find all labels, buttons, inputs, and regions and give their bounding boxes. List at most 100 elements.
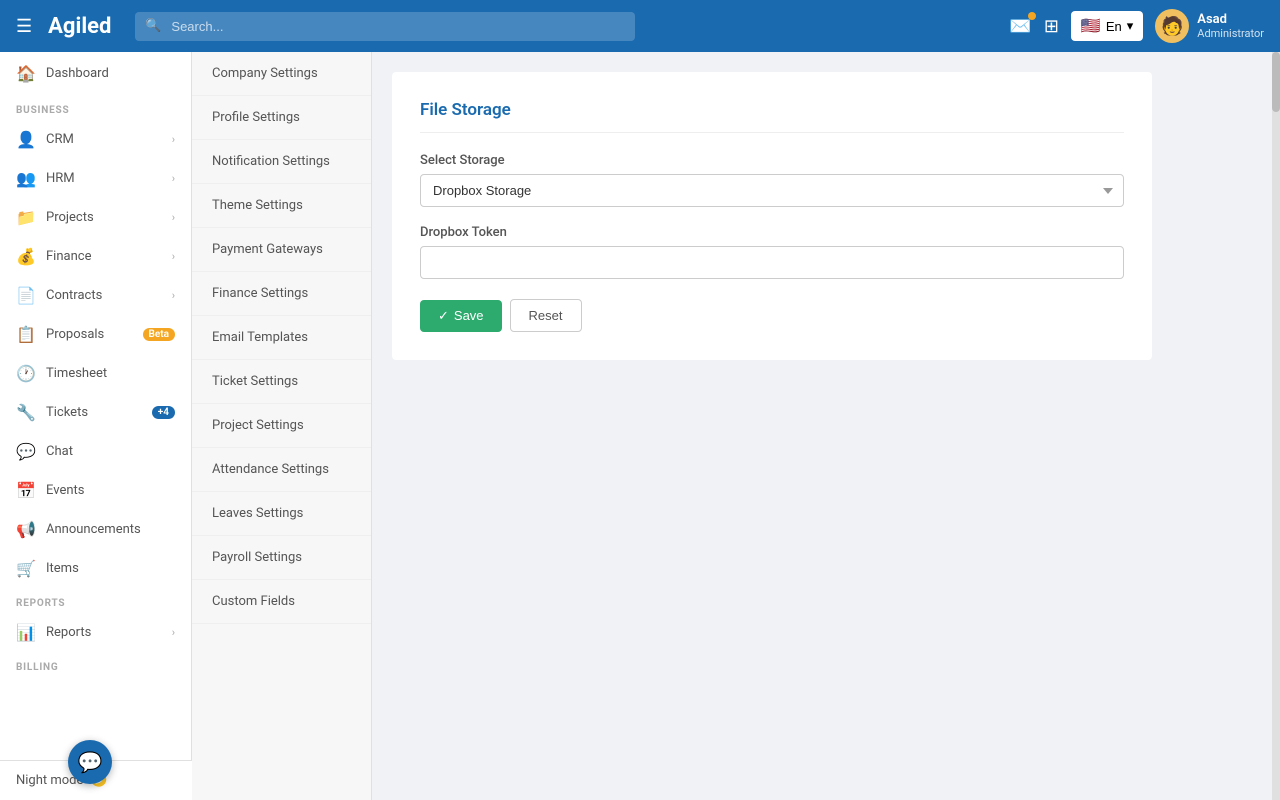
settings-payment[interactable]: Payment Gateways [192, 228, 371, 272]
apps-grid-icon[interactable]: ⊞ [1044, 16, 1059, 37]
header: ☰ Agiled 🔍 ✉️ ⊞ 🇺🇸 En ▾ 🧑 Asad Administr… [0, 0, 1280, 52]
notifications-icon[interactable]: ✉️ [1009, 16, 1031, 37]
finance-icon: 💰 [16, 247, 36, 266]
sidebar-item-finance[interactable]: 💰 Finance › [0, 237, 191, 276]
projects-icon: 📁 [16, 208, 36, 227]
sidebar-item-events[interactable]: 📅 Events [0, 471, 191, 510]
save-button[interactable]: ✓ Save [420, 300, 502, 332]
settings-theme[interactable]: Theme Settings [192, 184, 371, 228]
save-check-icon: ✓ [438, 308, 449, 324]
chat-icon: 💬 [16, 442, 36, 461]
hrm-arrow-icon: › [172, 172, 175, 185]
events-icon: 📅 [16, 481, 36, 500]
proposals-badge: Beta [143, 328, 175, 341]
dashboard-icon: 🏠 [16, 64, 36, 83]
lang-dropdown-icon: ▾ [1127, 18, 1134, 34]
user-name: Asad [1197, 12, 1264, 27]
dropbox-token-label: Dropbox Token [420, 225, 1124, 240]
sidebar-item-hrm[interactable]: 👥 HRM › [0, 159, 191, 198]
reset-button[interactable]: Reset [510, 299, 582, 332]
app-logo: Agiled [48, 14, 111, 39]
proposals-label: Proposals [46, 327, 133, 342]
main-content: File Storage Select Storage Dropbox Stor… [372, 52, 1272, 800]
dropbox-token-input[interactable] [420, 246, 1124, 279]
items-label: Items [46, 561, 175, 576]
sidebar-section-billing: BILLING [0, 652, 191, 677]
form-buttons: ✓ Save Reset [420, 299, 1124, 332]
settings-payroll[interactable]: Payroll Settings [192, 536, 371, 580]
settings-custom-fields[interactable]: Custom Fields [192, 580, 371, 624]
settings-profile[interactable]: Profile Settings [192, 96, 371, 140]
crm-label: CRM [46, 132, 162, 147]
sidebar-item-dashboard[interactable]: 🏠 Dashboard [0, 52, 191, 95]
save-label: Save [454, 308, 484, 323]
sidebar-item-chat[interactable]: 💬 Chat [0, 432, 191, 471]
contracts-icon: 📄 [16, 286, 36, 305]
language-label: En [1106, 19, 1122, 34]
select-storage-label: Select Storage [420, 153, 1124, 168]
settings-sidebar: Company Settings Profile Settings Notifi… [192, 52, 372, 800]
settings-ticket[interactable]: Ticket Settings [192, 360, 371, 404]
sidebar-item-reports[interactable]: 📊 Reports › [0, 613, 191, 652]
projects-label: Projects [46, 210, 162, 225]
tickets-icon: 🔧 [16, 403, 36, 422]
flag-icon: 🇺🇸 [1081, 16, 1101, 36]
settings-finance[interactable]: Finance Settings [192, 272, 371, 316]
sidebar-section-business: BUSINESS [0, 95, 191, 120]
settings-notification[interactable]: Notification Settings [192, 140, 371, 184]
projects-arrow-icon: › [172, 211, 175, 224]
tickets-label: Tickets [46, 405, 142, 420]
select-storage-group: Select Storage Dropbox Storage Local Sto… [420, 153, 1124, 207]
finance-label: Finance [46, 249, 162, 264]
chat-label: Chat [46, 444, 175, 459]
dashboard-label: Dashboard [46, 66, 109, 81]
sidebar-item-items[interactable]: 🛒 Items [0, 549, 191, 588]
select-storage-dropdown[interactable]: Dropbox Storage Local Storage Amazon S3 [420, 174, 1124, 207]
sidebar-item-contracts[interactable]: 📄 Contracts › [0, 276, 191, 315]
body: 🏠 Dashboard BUSINESS 👤 CRM › 👥 HRM › 📁 P… [0, 52, 1280, 800]
reports-icon: 📊 [16, 623, 36, 642]
header-right: ✉️ ⊞ 🇺🇸 En ▾ 🧑 Asad Administrator [1009, 9, 1264, 43]
settings-project[interactable]: Project Settings [192, 404, 371, 448]
settings-attendance[interactable]: Attendance Settings [192, 448, 371, 492]
menu-icon[interactable]: ☰ [16, 16, 32, 37]
scrollbar[interactable] [1272, 52, 1280, 800]
announcements-icon: 📢 [16, 520, 36, 539]
crm-icon: 👤 [16, 130, 36, 149]
reports-label: Reports [46, 625, 162, 640]
chat-bubble-button[interactable]: 💬 [68, 740, 112, 784]
user-role: Administrator [1197, 27, 1264, 40]
sidebar-item-crm[interactable]: 👤 CRM › [0, 120, 191, 159]
contracts-arrow-icon: › [172, 289, 175, 302]
sidebar-item-announcements[interactable]: 📢 Announcements [0, 510, 191, 549]
user-details: Asad Administrator [1197, 12, 1264, 40]
user-menu[interactable]: 🧑 Asad Administrator [1155, 9, 1264, 43]
avatar: 🧑 [1155, 9, 1189, 43]
sidebar-item-tickets[interactable]: 🔧 Tickets +4 [0, 393, 191, 432]
reports-arrow-icon: › [172, 626, 175, 639]
scrollbar-thumb[interactable] [1272, 52, 1280, 112]
settings-email[interactable]: Email Templates [192, 316, 371, 360]
page-title: File Storage [420, 100, 1124, 133]
tickets-badge: +4 [152, 406, 175, 419]
dropbox-token-group: Dropbox Token [420, 225, 1124, 279]
crm-arrow-icon: › [172, 133, 175, 146]
sidebar-item-timesheet[interactable]: 🕐 Timesheet [0, 354, 191, 393]
settings-company[interactable]: Company Settings [192, 52, 371, 96]
sidebar-item-projects[interactable]: 📁 Projects › [0, 198, 191, 237]
timesheet-icon: 🕐 [16, 364, 36, 383]
settings-leaves[interactable]: Leaves Settings [192, 492, 371, 536]
sidebar: 🏠 Dashboard BUSINESS 👤 CRM › 👥 HRM › 📁 P… [0, 52, 192, 800]
language-selector[interactable]: 🇺🇸 En ▾ [1071, 11, 1143, 41]
search-icon: 🔍 [145, 19, 161, 34]
proposals-icon: 📋 [16, 325, 36, 344]
hrm-icon: 👥 [16, 169, 36, 188]
search-bar: 🔍 [135, 12, 635, 41]
search-input[interactable] [135, 12, 635, 41]
sidebar-section-reports: REPORTS [0, 588, 191, 613]
chat-bubble-icon: 💬 [78, 750, 103, 774]
sidebar-item-proposals[interactable]: 📋 Proposals Beta [0, 315, 191, 354]
timesheet-label: Timesheet [46, 366, 175, 381]
contracts-label: Contracts [46, 288, 162, 303]
events-label: Events [46, 483, 175, 498]
